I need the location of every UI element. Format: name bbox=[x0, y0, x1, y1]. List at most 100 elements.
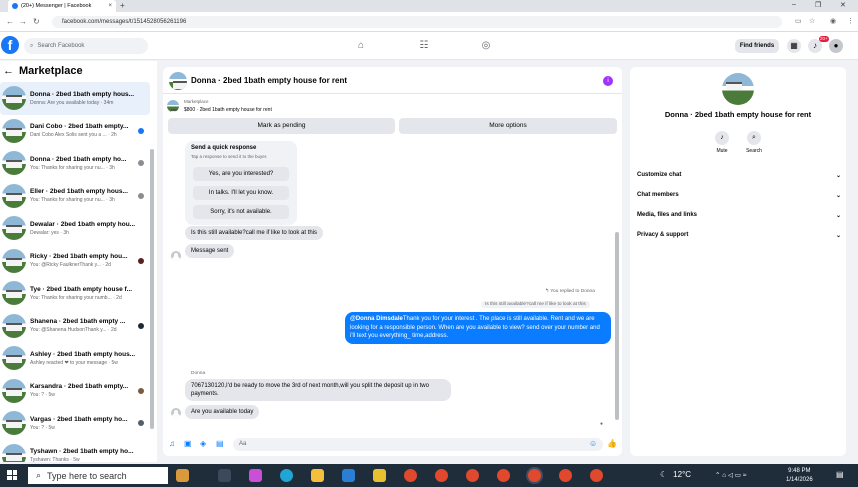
conversation-item[interactable]: Karsandra · 2bed 1bath empty... You: ? · … bbox=[0, 375, 150, 408]
notification-center-icon[interactable]: ▤ bbox=[836, 470, 844, 479]
mark-as-pending-button[interactable]: Mark as pending bbox=[168, 118, 395, 134]
search-action[interactable]: ⌕ Search bbox=[739, 131, 769, 154]
conversation-text: Tye · 2bed 1bath empty house f... You: Th… bbox=[30, 286, 150, 301]
find-friends-button[interactable]: Find friends bbox=[735, 39, 779, 53]
mention[interactable]: @Donna Dimsdale bbox=[350, 316, 403, 322]
facebook-logo-icon[interactable]: f bbox=[1, 36, 19, 54]
groups-icon[interactable]: ◎ bbox=[479, 39, 493, 53]
conversation-item[interactable]: Donna · 2bed 1bath empty ho... You: Thank… bbox=[0, 147, 150, 180]
like-icon[interactable]: 👍 bbox=[607, 439, 617, 448]
menu-grid-icon[interactable]: ▦ bbox=[787, 39, 801, 53]
file-explorer-icon[interactable] bbox=[311, 469, 324, 482]
listing-small-thumbnail bbox=[167, 100, 179, 112]
quick-reply-interested[interactable]: Yes, are you interested? bbox=[193, 167, 289, 181]
chrome-icon-4[interactable] bbox=[497, 469, 510, 482]
conversation-item[interactable]: Tyshawn · 2bed 1bath empty ho... Tyshawn:… bbox=[0, 440, 150, 462]
conversation-preview: Ashley reacted ❤ to your message · 5w bbox=[30, 359, 118, 366]
reload-icon[interactable]: ↻ bbox=[33, 17, 40, 26]
moon-icon: ☾ bbox=[660, 470, 668, 479]
sticker-icon[interactable]: ◈ bbox=[200, 439, 206, 448]
my-message-bubble: @Donna DimsdaleThank you for your intere… bbox=[345, 312, 611, 344]
windows-start-icon[interactable] bbox=[7, 470, 17, 480]
maximize-button[interactable]: ❐ bbox=[815, 1, 821, 9]
listing-thumbnail bbox=[2, 346, 26, 371]
tab-close-icon[interactable]: × bbox=[108, 3, 112, 9]
browser-tab[interactable]: (20+) Messenger | Facebook × bbox=[8, 0, 116, 12]
chrome-icon-2[interactable] bbox=[435, 469, 448, 482]
emoji-icon[interactable]: ☺ bbox=[589, 439, 597, 448]
chrome-icon-active[interactable] bbox=[528, 469, 541, 482]
replied-to-label: ↰ You replied to Donna bbox=[545, 289, 595, 294]
url-field[interactable]: facebook.com/messages/t/1514528056261196 bbox=[52, 16, 782, 28]
voice-clip-icon[interactable]: ♫ bbox=[169, 439, 175, 448]
sidebar-scrollbar[interactable] bbox=[150, 149, 154, 429]
donna-avatar-2[interactable] bbox=[171, 408, 181, 418]
chrome-icon[interactable] bbox=[404, 469, 417, 482]
new-tab-button[interactable]: + bbox=[120, 1, 125, 10]
edge-icon[interactable] bbox=[280, 469, 293, 482]
conversation-text: Vargas · 2bed 1bath empty ho... You: ? · … bbox=[30, 416, 150, 431]
conversation-item[interactable]: Dewalar · 2bed 1bath empty hou... Dewalar… bbox=[0, 212, 150, 245]
message-bubble: Is this still available?call me if like … bbox=[185, 226, 324, 240]
chat-title[interactable]: Donna · 2bed 1bath empty house for rent bbox=[191, 76, 347, 85]
widget-icon[interactable] bbox=[176, 469, 189, 482]
quick-response-title: Send a quick response bbox=[191, 145, 257, 151]
chrome-icon-5[interactable] bbox=[559, 469, 572, 482]
close-window-button[interactable]: ✕ bbox=[840, 1, 846, 9]
forward-icon[interactable]: → bbox=[19, 17, 27, 26]
conversation-title: Ricky · 2bed 1bath empty hou... bbox=[30, 253, 128, 261]
friends-icon[interactable]: ☷ bbox=[417, 39, 431, 53]
conversation-item[interactable]: Eller · 2bed 1bath empty hous... You: Tha… bbox=[0, 180, 150, 213]
home-icon[interactable]: ⌂ bbox=[354, 39, 368, 53]
message-input[interactable]: Aa bbox=[233, 438, 603, 451]
privacy-support-row[interactable]: Privacy & support ⌄ bbox=[637, 232, 841, 239]
clock[interactable]: 9:48 PM 1/14/2026 bbox=[786, 467, 813, 485]
conversation-text: Dani Cobo · 2bed 1bath empty... Dani Cobo… bbox=[30, 123, 150, 138]
profile-icon[interactable]: ◉ bbox=[830, 17, 836, 25]
more-options-button[interactable]: More options bbox=[399, 118, 617, 134]
chat-members-row[interactable]: Chat members ⌄ bbox=[637, 192, 841, 199]
cast-icon[interactable]: ▭ bbox=[795, 17, 802, 25]
gif-icon[interactable]: ▤ bbox=[216, 439, 224, 448]
chrome-icon-3[interactable] bbox=[466, 469, 479, 482]
conversation-title: Donna · 2bed 1bath empty hous... bbox=[30, 90, 135, 98]
conversation-text: Donna · 2bed 1bath empty ho... You: Thank… bbox=[30, 156, 150, 171]
store-icon[interactable] bbox=[342, 469, 355, 482]
chrome-icon-6[interactable] bbox=[590, 469, 603, 482]
quick-reply-in-talks[interactable]: In talks. I'll let you know. bbox=[193, 186, 289, 200]
mute-action[interactable]: ♪ Mute bbox=[707, 131, 737, 154]
conversation-preview: Dani Cobo Alex Solis sent you a ... · 2h bbox=[30, 132, 117, 139]
media-files-row[interactable]: Media, files and links ⌄ bbox=[637, 212, 841, 219]
listing-thumbnail[interactable] bbox=[169, 72, 187, 90]
app-icon[interactable] bbox=[373, 469, 386, 482]
message-composer: ♫ ▣ ◈ ▤ Aa ☺ 👍 bbox=[163, 434, 622, 456]
unread-dot-icon bbox=[138, 127, 144, 134]
minimize-button[interactable]: – bbox=[792, 1, 796, 8]
conversation-item[interactable]: Tye · 2bed 1bath empty house f... You: Th… bbox=[0, 277, 150, 310]
conversation-item[interactable]: Ashley · 2bed 1bath empty hous... Ashley … bbox=[0, 342, 150, 375]
back-arrow-icon[interactable]: ← bbox=[3, 65, 14, 77]
weather-widget[interactable]: ☾ 12°C bbox=[660, 470, 691, 479]
facebook-search-input[interactable]: ⌕ Search Facebook bbox=[24, 38, 148, 54]
conversation-text: Ashley · 2bed 1bath empty hous... Ashley … bbox=[30, 351, 150, 366]
conversation-item[interactable]: Ricky · 2bed 1bath empty hou... You: @Ric… bbox=[0, 245, 150, 278]
bookmark-star-icon[interactable]: ☆ bbox=[809, 17, 815, 25]
conversation-preview: Donna: Are you available today · 34m bbox=[30, 99, 114, 106]
chat-scrollbar[interactable] bbox=[615, 232, 619, 420]
back-icon[interactable]: ← bbox=[6, 17, 14, 26]
conversation-item[interactable]: Shanena · 2bed 1bath empty ... You: @Shan… bbox=[0, 310, 150, 343]
conversation-item[interactable]: Donna · 2bed 1bath empty hous... Donna: A… bbox=[0, 82, 150, 115]
account-avatar[interactable]: ● bbox=[829, 39, 843, 53]
copilot-icon[interactable] bbox=[249, 469, 262, 482]
conversation-item[interactable]: Dani Cobo · 2bed 1bath empty... Dani Cobo… bbox=[0, 115, 150, 148]
task-view-icon[interactable] bbox=[218, 469, 231, 482]
menu-dots-icon[interactable]: ⋮ bbox=[847, 17, 854, 25]
quick-reply-not-available[interactable]: Sorry, it's not available. bbox=[193, 205, 289, 219]
photo-icon[interactable]: ▣ bbox=[184, 439, 192, 448]
donna-avatar[interactable] bbox=[171, 251, 181, 261]
system-tray[interactable]: ⌃ ⌂ ◁ ▭ ≈ bbox=[715, 471, 746, 479]
info-icon[interactable]: i bbox=[603, 76, 613, 86]
customize-chat-row[interactable]: Customize chat ⌄ bbox=[637, 172, 841, 179]
conversation-item[interactable]: Vargas · 2bed 1bath empty ho... You: ? · … bbox=[0, 407, 150, 440]
taskbar-search[interactable]: ⌕ Type here to search bbox=[28, 467, 168, 484]
